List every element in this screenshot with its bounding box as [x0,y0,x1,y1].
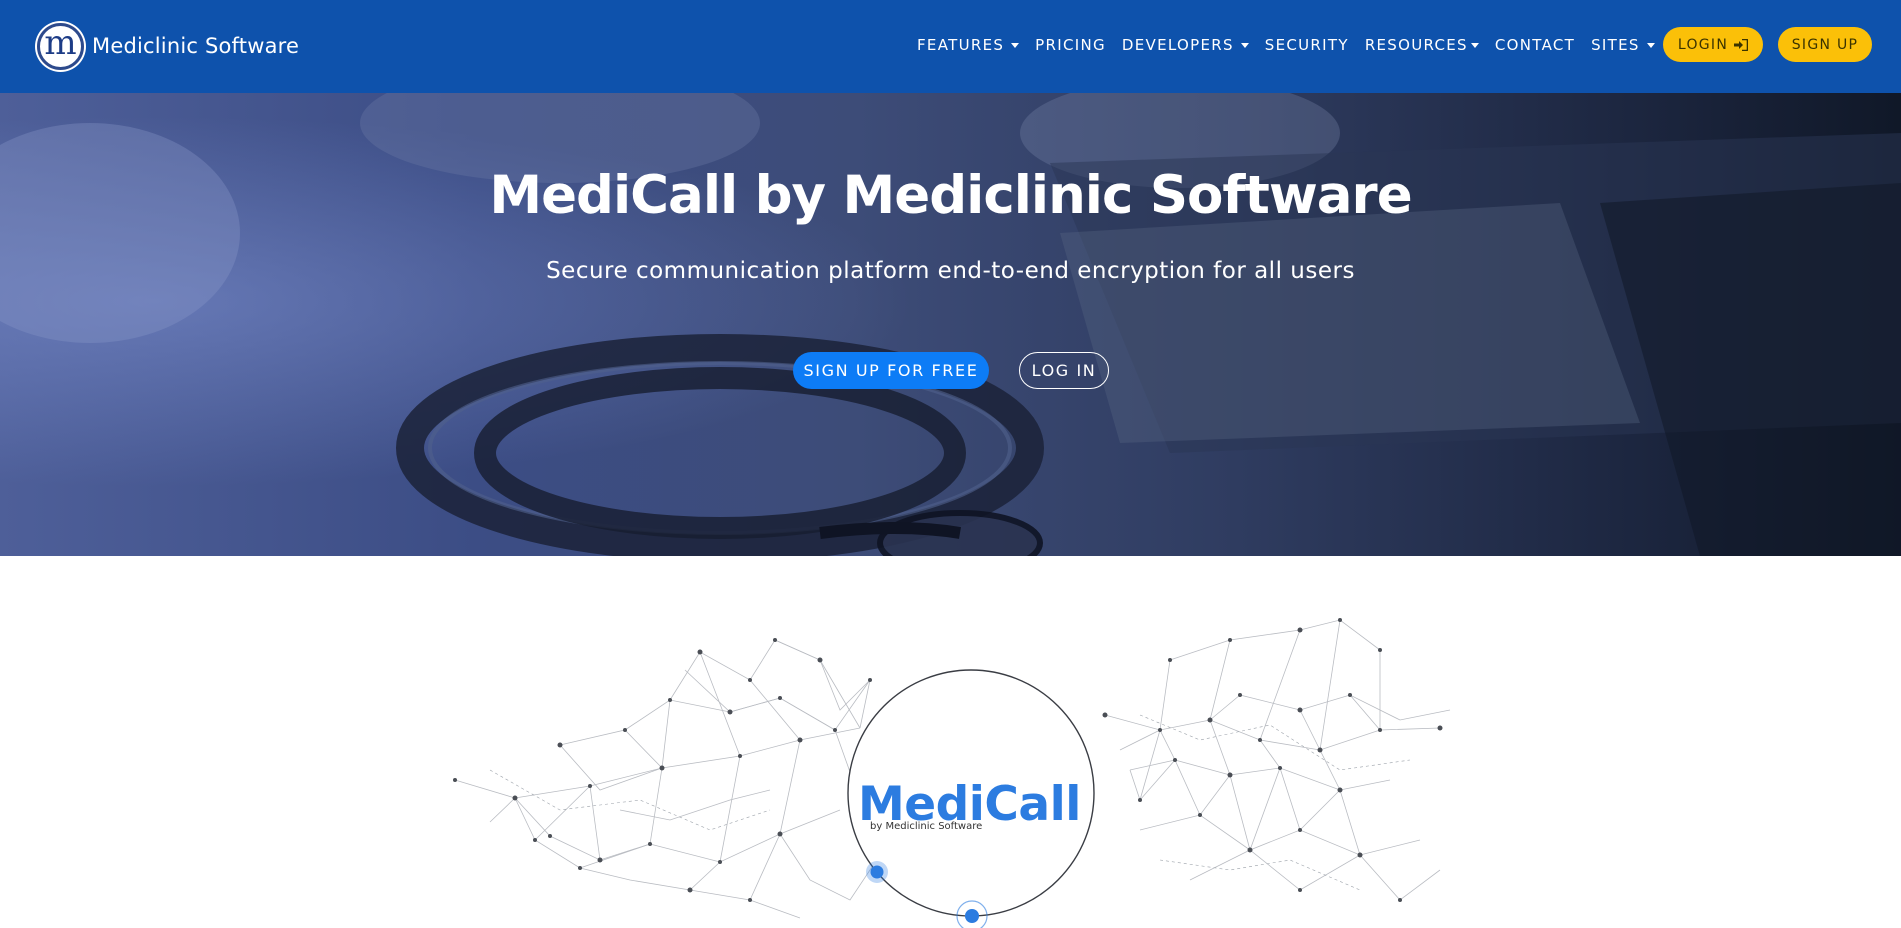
caret-down-icon [1646,42,1655,48]
nav-pricing[interactable]: PRICING [1035,36,1106,54]
login-button[interactable]: LOGIN [1663,27,1763,62]
medicall-network-illustration [453,618,1451,928]
top-navbar: m Mediclinic Software FEATURES PRICING D… [0,0,1901,93]
caret-down-icon [1011,42,1020,48]
signup-button[interactable]: SIGN UP [1778,27,1872,62]
nav-security[interactable]: SECURITY [1265,36,1349,54]
nav-contact[interactable]: CONTACT [1495,36,1575,54]
medicall-byline: by Mediclinic Software [870,821,983,832]
hero-subtitle: Secure communication platform end-to-end… [546,258,1355,284]
brand-link[interactable]: m Mediclinic Software [37,22,299,70]
nav-resources[interactable]: RESOURCES [1365,36,1479,54]
caret-down-icon [1240,42,1249,48]
nav-sites[interactable]: SITES [1591,36,1655,54]
brand-name: Mediclinic Software [92,34,300,58]
hero-login-button[interactable]: LOG IN [1019,352,1109,389]
hero-title: MediCall by Mediclinic Software [489,165,1412,226]
nav-developers[interactable]: DEVELOPERS [1122,36,1249,54]
sign-in-icon [1734,38,1749,51]
caret-down-icon [1470,42,1479,48]
nav-features[interactable]: FEATURES [917,36,1020,54]
main-nav: FEATURES PRICING DEVELOPERS SECURITY RES… [917,36,1671,54]
signup-free-button[interactable]: SIGN UP FOR FREE [793,352,989,389]
mediclinic-logo-icon: m [37,22,84,70]
hero-background-image [0,93,1901,556]
hero-section: MediCall by Mediclinic Software Secure c… [0,93,1901,556]
